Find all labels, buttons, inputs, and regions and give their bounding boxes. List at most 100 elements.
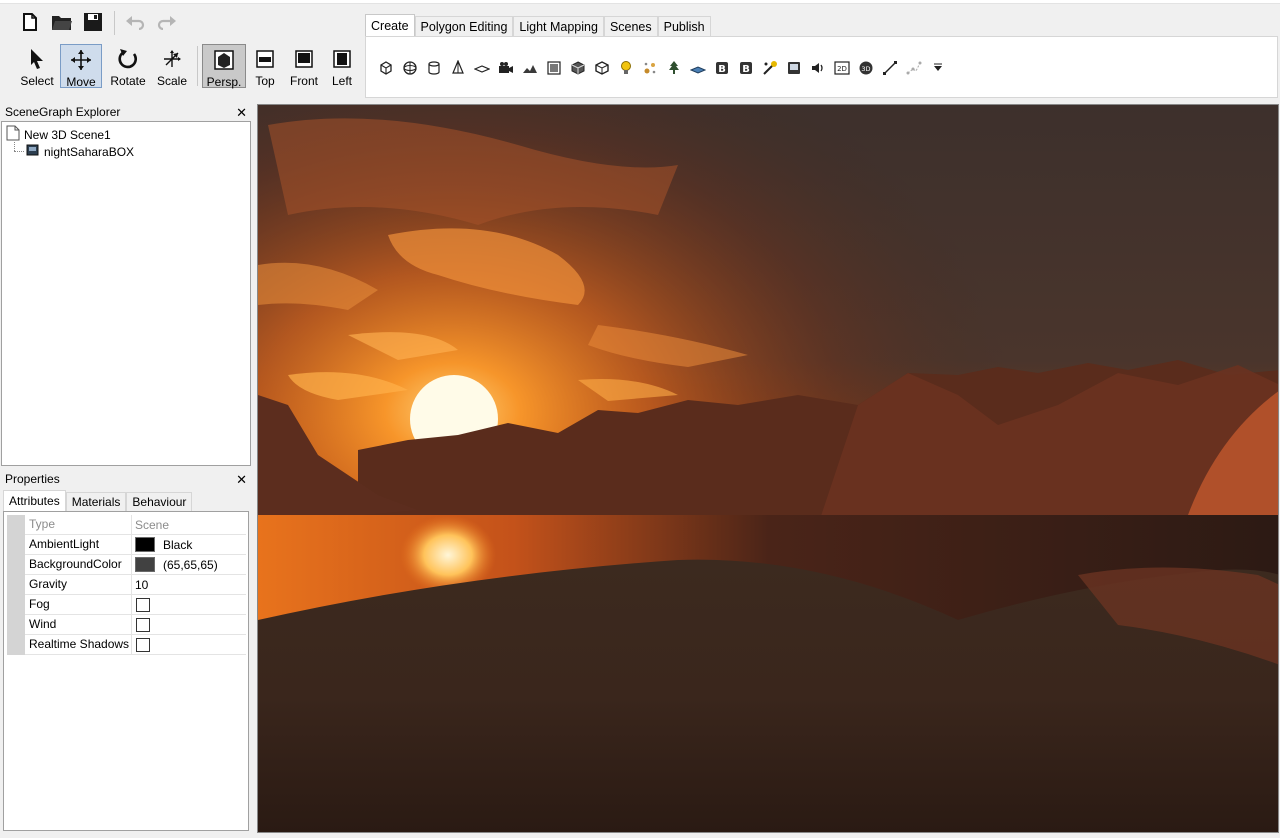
sphere-icon[interactable]	[398, 56, 422, 80]
property-value[interactable]: Black	[131, 535, 246, 554]
rotate-tool-button[interactable]: Rotate	[106, 44, 150, 88]
2d-overlay-icon[interactable]: 2D	[830, 56, 854, 80]
tree-item-child[interactable]: nightSaharaBOX	[26, 143, 134, 160]
tab-light-mapping[interactable]: Light Mapping	[513, 16, 604, 37]
billboard-icon[interactable]	[542, 56, 566, 80]
mesh-icon[interactable]	[566, 56, 590, 80]
property-name: Type	[29, 517, 56, 531]
property-value[interactable]: (65,65,65)	[131, 555, 246, 574]
property-row-type: Type Scene	[25, 515, 246, 535]
explorer-close-icon[interactable]: ✕	[236, 104, 247, 121]
tab-scenes[interactable]: Scenes	[603, 16, 658, 37]
tab-materials[interactable]: Materials	[65, 492, 127, 512]
select-tool-label: Select	[20, 74, 54, 88]
ambient-color-swatch[interactable]	[135, 537, 155, 552]
undo-icon[interactable]	[122, 10, 148, 34]
tree-connector	[14, 151, 24, 152]
skybox-node-icon	[26, 143, 40, 160]
scene-render	[258, 105, 1278, 832]
toolbar-separator	[197, 46, 198, 86]
tree-item-root[interactable]: New 3D Scene1	[6, 125, 111, 144]
scale-tool-button[interactable]: Scale	[153, 44, 191, 88]
new-file-icon[interactable]	[17, 10, 43, 34]
move-arrows-icon	[69, 49, 93, 71]
property-name: AmbientLight	[29, 537, 100, 551]
redo-icon[interactable]	[154, 10, 180, 34]
property-value: Scene	[131, 515, 246, 534]
properties-header: Properties ✕	[1, 471, 251, 488]
create-tab-panel: B B 2D 3D	[365, 36, 1278, 98]
realtime-shadows-checkbox[interactable]	[136, 637, 150, 652]
property-row-gravity[interactable]: Gravity 10	[25, 575, 246, 595]
scale-icon	[160, 48, 184, 70]
cone-icon[interactable]	[446, 56, 470, 80]
left-view-label: Left	[331, 74, 352, 88]
cylinder-icon[interactable]	[422, 56, 446, 80]
rotate-icon	[116, 48, 140, 70]
select-tool-button[interactable]: Select	[16, 44, 58, 88]
open-folder-icon[interactable]	[49, 10, 75, 34]
cube-icon[interactable]	[374, 56, 398, 80]
property-name: Fog	[29, 597, 50, 611]
perspective-view-button[interactable]: Persp.	[202, 44, 246, 89]
ribbon: Create Polygon Editing Light Mapping Sce…	[365, 14, 1278, 98]
property-name: Gravity	[29, 577, 68, 591]
property-row-backgroundcolor[interactable]: BackgroundColor (65,65,65)	[25, 555, 246, 575]
water-surface-icon[interactable]	[686, 56, 710, 80]
explorer-header: SceneGraph Explorer ✕	[1, 104, 251, 121]
property-row-realtime-shadows[interactable]: Realtime Shadows	[25, 635, 246, 655]
tab-publish[interactable]: Publish	[657, 16, 711, 37]
tab-polygon-editing[interactable]: Polygon Editing	[414, 16, 514, 37]
more-dropdown-icon[interactable]	[926, 56, 950, 80]
fog-checkbox[interactable]	[136, 597, 150, 612]
tab-attributes[interactable]: Attributes	[3, 490, 66, 512]
mobile-icon[interactable]	[782, 56, 806, 80]
save-icon[interactable]	[80, 10, 106, 34]
top-view-label: Top	[255, 74, 275, 88]
properties-close-icon[interactable]: ✕	[236, 471, 247, 488]
move-tool-button[interactable]: Move	[60, 44, 102, 89]
sound-icon[interactable]	[806, 56, 830, 80]
background-color-swatch[interactable]	[135, 557, 155, 572]
toolbar-separator	[114, 11, 115, 35]
behavior-b-icon[interactable]: B	[710, 56, 734, 80]
light-bulb-icon[interactable]	[614, 56, 638, 80]
document-icon	[6, 125, 20, 144]
property-value-text: Scene	[135, 517, 170, 532]
camera-icon[interactable]	[494, 56, 518, 80]
property-row-wind[interactable]: Wind	[25, 615, 246, 635]
property-value	[131, 595, 246, 614]
top-view-button[interactable]: Top	[250, 44, 280, 88]
path-animation-icon[interactable]	[758, 56, 782, 80]
particle-system-icon[interactable]	[638, 56, 662, 80]
move-tool-label: Move	[66, 75, 96, 89]
path-nodes-icon[interactable]	[902, 56, 926, 80]
left-view-icon	[330, 48, 354, 70]
property-row-fog[interactable]: Fog	[25, 595, 246, 615]
property-row-ambientlight[interactable]: AmbientLight Black	[25, 535, 246, 555]
tab-create[interactable]: Create	[365, 14, 415, 37]
front-view-label: Front	[289, 74, 318, 88]
property-value-text: (65,65,65)	[163, 557, 218, 572]
skybox-icon[interactable]	[590, 56, 614, 80]
window-top-edge	[0, 0, 1280, 4]
scale-tool-label: Scale	[156, 74, 188, 88]
plane-icon[interactable]	[470, 56, 494, 80]
3d-sound-icon[interactable]: 3D	[854, 56, 878, 80]
top-view-icon	[253, 48, 277, 70]
property-value[interactable]: 10	[131, 575, 246, 594]
front-view-button[interactable]: Front	[286, 44, 322, 88]
property-value-text: Black	[163, 537, 193, 552]
tree-item-root-label: New 3D Scene1	[24, 127, 111, 142]
tree-icon[interactable]	[662, 56, 686, 80]
properties-gutter	[7, 515, 25, 655]
left-view-button[interactable]: Left	[327, 44, 357, 88]
terrain-icon[interactable]	[518, 56, 542, 80]
rotate-tool-label: Rotate	[110, 74, 146, 88]
wind-checkbox[interactable]	[136, 617, 150, 632]
tab-behaviour[interactable]: Behaviour	[126, 492, 193, 512]
front-view-icon	[292, 48, 316, 70]
3d-viewport[interactable]	[257, 104, 1279, 833]
behavior-b2-icon[interactable]: B	[734, 56, 758, 80]
line-icon[interactable]	[878, 56, 902, 80]
